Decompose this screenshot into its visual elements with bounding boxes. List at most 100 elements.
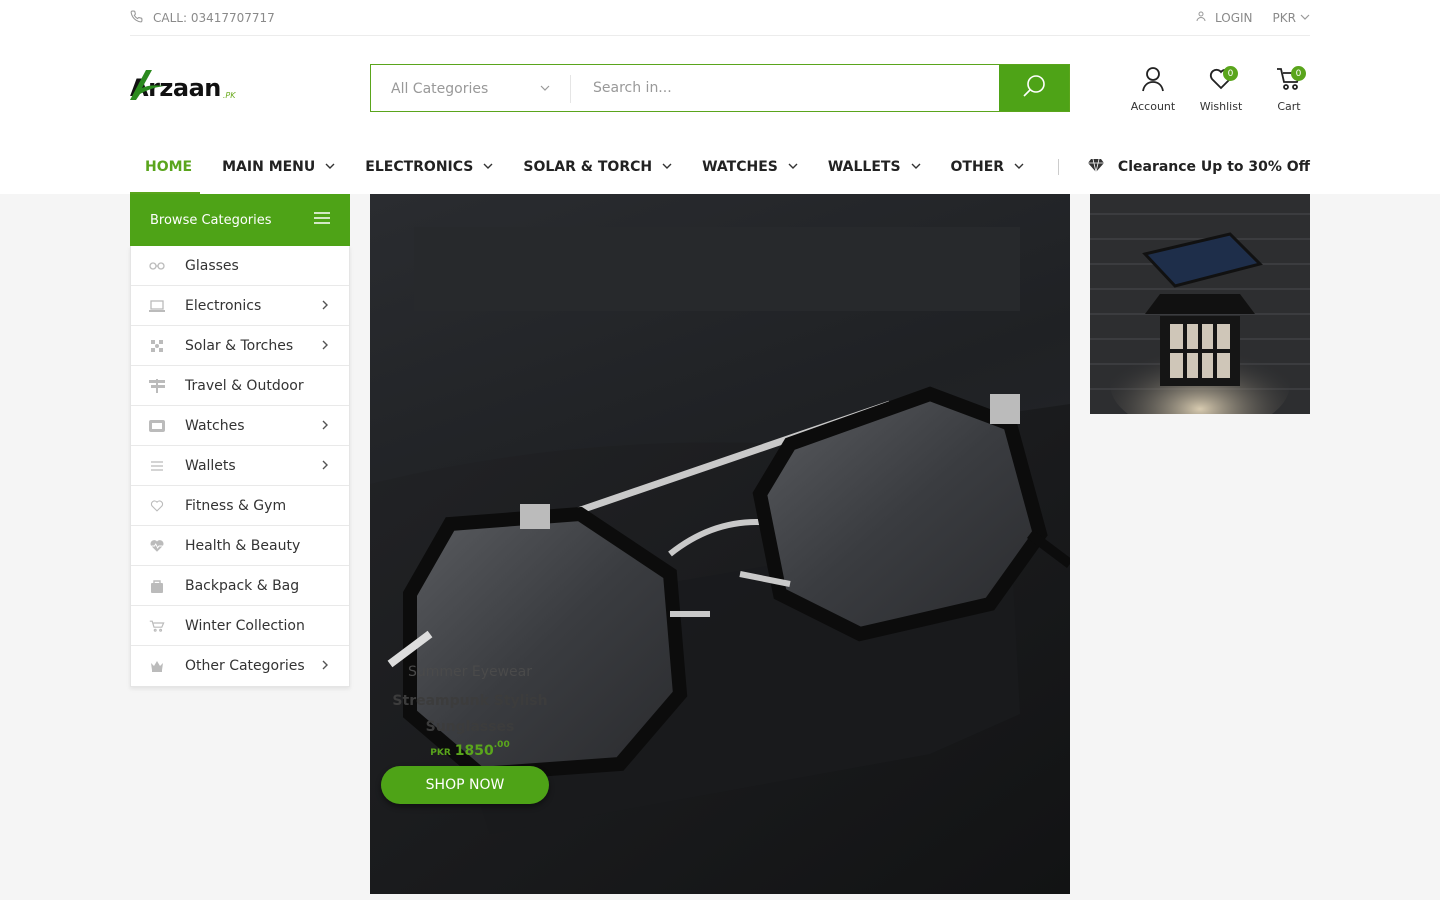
hero-caption: Summer Eyewear Streampunk Stylish Sungla… <box>380 664 560 759</box>
search-bar: All Categories <box>370 64 1070 112</box>
price-decimal: .00 <box>493 740 510 750</box>
cart-icon <box>149 618 165 634</box>
wallet-icon <box>149 458 165 474</box>
chevron-down-icon <box>1014 159 1024 175</box>
nav-wallets[interactable]: WALLETS <box>828 140 921 194</box>
phone-icon <box>130 10 143 26</box>
chevron-right-icon <box>321 299 329 315</box>
logo-swoosh-icon <box>130 70 164 100</box>
call-info[interactable]: CALL: 03417707717 <box>130 10 275 26</box>
search-input[interactable] <box>571 65 999 111</box>
heart-pulse-icon <box>149 538 165 554</box>
wishlist-link[interactable]: 0 Wishlist <box>1200 64 1242 113</box>
hero-price: PKR 1850.00 <box>380 740 560 759</box>
nav-main-menu-label: MAIN MENU <box>222 159 316 175</box>
user-icon <box>1195 10 1207 25</box>
category-item-other-categories[interactable]: Other Categories <box>131 646 349 686</box>
currency-label: PKR <box>1272 10 1296 25</box>
main-nav: HOME MAIN MENU ELECTRONICS SOLAR & TORCH… <box>130 140 1310 194</box>
category-select[interactable]: All Categories <box>371 75 571 103</box>
header-icons: Account 0 Wishlist 0 Cart <box>1130 64 1310 113</box>
hero-slider[interactable]: Summer Eyewear Streampunk Stylish Sungla… <box>370 194 1070 894</box>
nav-wallets-label: WALLETS <box>827 159 901 175</box>
category-list: Glasses Electronics Solar & Torches Trav… <box>130 246 350 687</box>
promo-label: Clearance Up to 30% Off <box>1117 159 1310 175</box>
nav-other-label: OTHER <box>950 159 1005 175</box>
currency-select[interactable]: PKR <box>1273 11 1310 25</box>
nav-main-menu[interactable]: MAIN MENU <box>222 140 335 194</box>
nav-solar-torch[interactable]: SOLAR & TORCH <box>523 140 672 194</box>
site-logo[interactable]: Arzaan .PK <box>130 64 260 104</box>
nav-watches[interactable]: WATCHES <box>702 140 798 194</box>
hero-title: Streampunk Stylish Sunglasses <box>392 693 548 735</box>
category-item-watches[interactable]: Watches <box>131 406 349 446</box>
browse-categories-title: Browse Categories <box>150 212 272 228</box>
category-item-backpack-bag[interactable]: Backpack & Bag <box>131 566 349 606</box>
chevron-right-icon <box>321 339 329 355</box>
chevron-right-icon <box>321 419 329 435</box>
category-label: Other Categories <box>185 658 305 674</box>
content-area: Browse Categories Glasses Electronics So… <box>0 194 1440 900</box>
category-label: Winter Collection <box>185 617 305 634</box>
category-label: Glasses <box>185 257 239 274</box>
price-currency: PKR <box>430 748 451 758</box>
wishlist-label: Wishlist <box>1199 100 1243 113</box>
solar-lamp-banner[interactable] <box>1090 194 1310 414</box>
nav-home-label: HOME <box>145 159 193 175</box>
clearance-promo[interactable]: Clearance Up to 30% Off <box>1087 140 1310 194</box>
laptop-icon <box>149 298 165 314</box>
logo-tld: .PK <box>222 91 236 100</box>
category-label: Electronics <box>185 297 262 314</box>
category-label: Wallets <box>185 457 236 474</box>
category-item-health-beauty[interactable]: Health & Beauty <box>131 526 349 566</box>
cart-link[interactable]: 0 Cart <box>1268 64 1310 113</box>
call-text: CALL: 03417707717 <box>153 10 275 25</box>
search-button[interactable] <box>999 65 1069 111</box>
nav-solar-torch-label: SOLAR & TORCH <box>523 159 653 175</box>
cart-label: Cart <box>1277 100 1301 113</box>
signpost-icon <box>149 378 165 394</box>
chevron-down-icon <box>788 159 798 175</box>
bag-icon <box>149 578 165 594</box>
category-label: Travel & Outdoor <box>185 377 304 394</box>
diamond-icon <box>1087 158 1104 176</box>
category-item-wallets[interactable]: Wallets <box>131 446 349 486</box>
category-item-glasses[interactable]: Glasses <box>131 246 349 286</box>
nav-electronics-label: ELECTRONICS <box>365 159 474 175</box>
category-label: Fitness & Gym <box>185 497 287 514</box>
search-icon <box>1022 74 1046 102</box>
browse-categories-header[interactable]: Browse Categories <box>130 194 350 246</box>
heart-icon <box>149 498 165 514</box>
solar-lamp-image <box>1090 194 1310 414</box>
category-sidebar: Browse Categories Glasses Electronics So… <box>130 194 350 687</box>
watch-icon <box>149 418 165 434</box>
menu-icon <box>314 212 330 228</box>
chevron-right-icon <box>321 659 329 675</box>
nav-home[interactable]: HOME <box>130 140 201 194</box>
category-label: Watches <box>185 417 245 434</box>
category-item-solar-torches[interactable]: Solar & Torches <box>131 326 349 366</box>
crown-icon <box>149 658 165 674</box>
nav-electronics[interactable]: ELECTRONICS <box>365 140 493 194</box>
account-link[interactable]: Account <box>1130 64 1176 113</box>
category-label: Solar & Torches <box>185 337 294 354</box>
chevron-down-icon <box>1300 11 1310 25</box>
category-item-fitness-gym[interactable]: Fitness & Gym <box>131 486 349 526</box>
chevron-right-icon <box>321 459 329 475</box>
nav-other[interactable]: OTHER <box>951 140 1025 194</box>
category-item-winter-collection[interactable]: Winter Collection <box>131 606 349 646</box>
shop-now-button[interactable]: SHOP NOW <box>381 766 549 804</box>
price-whole: 1850 <box>454 743 494 759</box>
category-item-electronics[interactable]: Electronics <box>131 286 349 326</box>
cart-count-badge: 0 <box>1291 66 1306 81</box>
login-link[interactable]: LOGIN <box>1195 10 1253 25</box>
account-label: Account <box>1130 100 1176 113</box>
login-label: LOGIN <box>1215 10 1253 25</box>
solar-icon <box>149 338 165 354</box>
wishlist-count-badge: 0 <box>1223 66 1238 81</box>
nav-divider <box>1058 159 1059 175</box>
category-item-travel-outdoor[interactable]: Travel & Outdoor <box>131 366 349 406</box>
chevron-down-icon <box>911 159 921 175</box>
hero-subtitle: Summer Eyewear <box>408 664 532 680</box>
chevron-down-icon <box>540 81 550 97</box>
